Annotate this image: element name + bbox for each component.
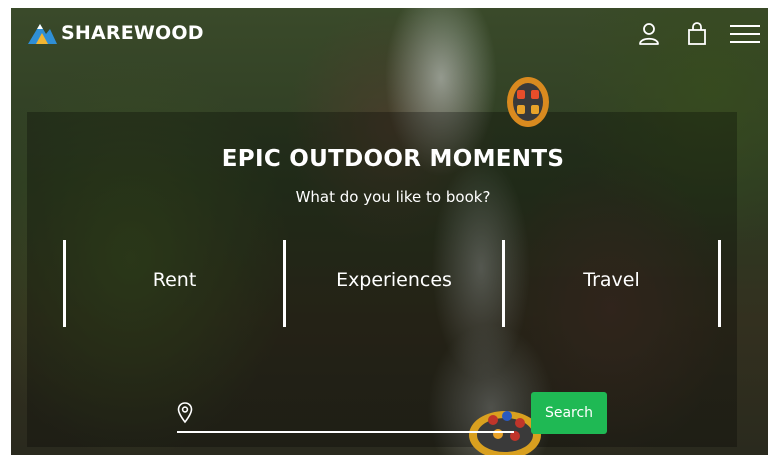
category-rent[interactable]: Rent xyxy=(66,269,283,291)
category-experiences[interactable]: Experiences xyxy=(286,269,502,291)
raft-image xyxy=(505,74,551,128)
hero-subtitle: What do you like to book? xyxy=(295,188,491,206)
shopping-bag-icon[interactable] xyxy=(682,20,712,48)
hero-title: EPIC OUTDOOR MOMENTS xyxy=(221,146,565,172)
search-button[interactable]: Search xyxy=(531,392,607,434)
location-input[interactable] xyxy=(201,402,505,430)
mountain-logo-icon xyxy=(26,20,58,46)
header-actions xyxy=(634,20,760,48)
brand-name: SHAREWOOD xyxy=(61,22,204,44)
search-underline xyxy=(177,431,514,433)
hamburger-menu-icon[interactable] xyxy=(730,20,760,48)
user-icon[interactable] xyxy=(634,20,664,48)
category-travel[interactable]: Travel xyxy=(505,269,718,291)
location-pin-icon xyxy=(177,402,193,424)
location-search xyxy=(177,398,514,436)
brand-logo[interactable]: SHAREWOOD xyxy=(26,20,204,46)
category-divider xyxy=(718,240,721,327)
